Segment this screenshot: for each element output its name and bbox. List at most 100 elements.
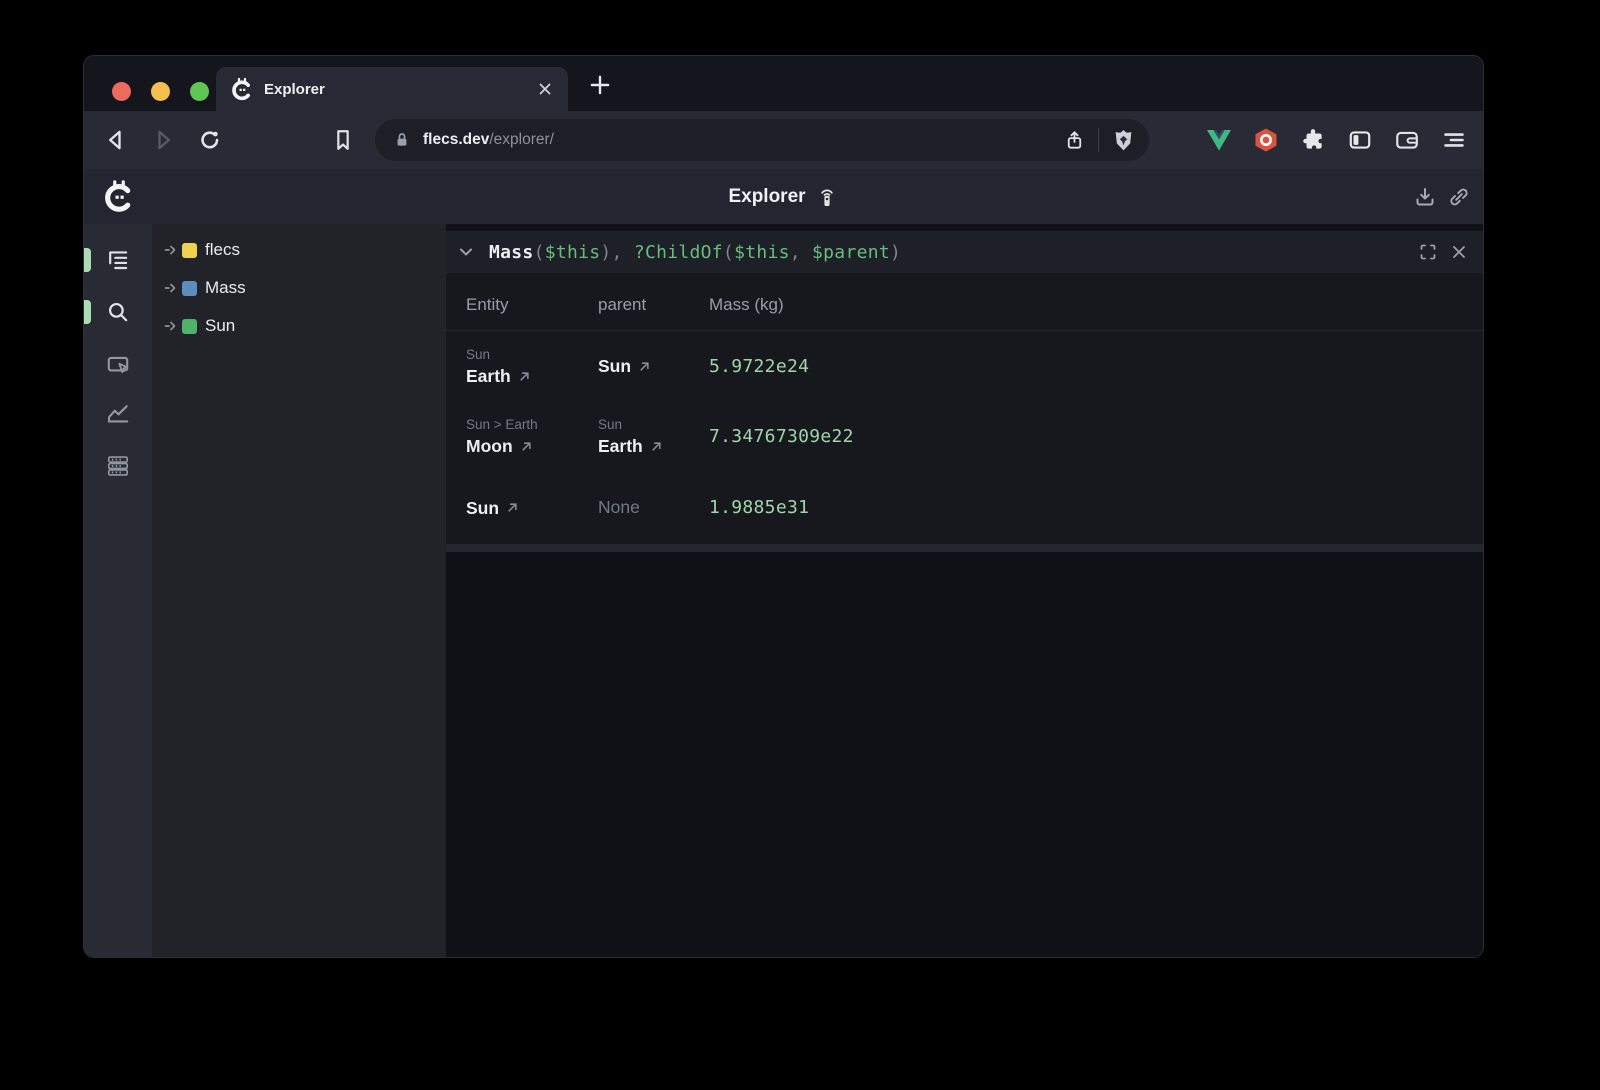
table-row: Sun None 1.9885e31 bbox=[446, 471, 1483, 544]
performance-icon[interactable] bbox=[105, 453, 131, 479]
query-token: ) bbox=[890, 242, 901, 263]
download-icon[interactable] bbox=[1413, 185, 1437, 209]
fullscreen-icon[interactable] bbox=[1418, 242, 1438, 262]
entity-link[interactable]: Sun bbox=[598, 356, 709, 376]
entity-cell: Sun > Earth Moon bbox=[466, 401, 598, 471]
parent-none: None bbox=[598, 497, 709, 518]
tree-item-flecs[interactable]: flecs bbox=[152, 231, 446, 269]
app-header: Explorer bbox=[84, 169, 1483, 224]
close-window-button[interactable] bbox=[112, 82, 131, 101]
query-bar: Mass($this), ?ChildOf($this, $parent) bbox=[446, 231, 1483, 273]
parent-cell: Sun bbox=[598, 331, 709, 401]
entity-link[interactable]: Sun bbox=[466, 498, 598, 518]
query-token: $this bbox=[545, 242, 601, 263]
inspector-icon[interactable] bbox=[105, 352, 131, 378]
divider bbox=[1098, 128, 1099, 152]
search-icon[interactable] bbox=[105, 299, 131, 325]
mass-value: 5.9722e24 bbox=[709, 356, 1483, 377]
query-token: ( bbox=[723, 242, 734, 263]
tree-item-label: flecs bbox=[205, 240, 240, 260]
brave-shield-icon[interactable] bbox=[1111, 128, 1136, 153]
hexagon-extension-icon[interactable] bbox=[1253, 127, 1279, 153]
reload-button[interactable] bbox=[196, 126, 224, 154]
tab-close-icon[interactable] bbox=[536, 80, 554, 98]
chevron-down-icon[interactable] bbox=[456, 242, 476, 262]
parent-cell: Sun Earth bbox=[598, 401, 709, 471]
entity-path: Sun > Earth bbox=[466, 416, 598, 433]
active-indicator-tree bbox=[84, 248, 91, 272]
panel-resize-handle[interactable] bbox=[446, 544, 1483, 552]
tree-item-label: Sun bbox=[205, 316, 235, 336]
mass-cell: 7.34767309e22 bbox=[709, 401, 1483, 471]
close-query-icon[interactable] bbox=[1449, 242, 1469, 262]
table-row: Sun > Earth Moon Sun Earth bbox=[446, 401, 1483, 471]
entity-link[interactable]: Earth bbox=[466, 366, 598, 386]
tab-strip: Explorer bbox=[84, 56, 1483, 111]
query-expression[interactable]: Mass($this), ?ChildOf($this, $parent) bbox=[489, 242, 901, 263]
extensions-puzzle-icon[interactable] bbox=[1300, 127, 1326, 153]
forward-button[interactable] bbox=[149, 126, 177, 154]
expand-arrow-icon[interactable] bbox=[163, 242, 179, 258]
tree-item-mass[interactable]: Mass bbox=[152, 269, 446, 307]
browser-window: Explorer bbox=[83, 55, 1484, 958]
expand-arrow-icon[interactable] bbox=[163, 280, 179, 296]
mass-value: 7.34767309e22 bbox=[709, 426, 1483, 447]
sidebar-toggle-icon[interactable] bbox=[1347, 127, 1373, 153]
stats-chart-icon[interactable] bbox=[105, 400, 131, 426]
entity-name: Moon bbox=[466, 436, 513, 456]
page-title: Explorer bbox=[84, 169, 1483, 224]
entity-path: Sun bbox=[466, 346, 598, 363]
entity-tree-panel: flecs Mass Sun bbox=[152, 224, 446, 957]
table-row: Sun Earth Sun bbox=[446, 331, 1483, 401]
entity-color-swatch bbox=[182, 243, 197, 258]
url-path: /explorer/ bbox=[489, 131, 554, 148]
entity-link[interactable]: Moon bbox=[466, 436, 598, 456]
menu-icon[interactable] bbox=[1441, 127, 1467, 153]
column-entity: Entity bbox=[466, 289, 598, 315]
expand-arrow-icon[interactable] bbox=[163, 318, 179, 334]
remote-connection-icon[interactable] bbox=[815, 185, 839, 209]
entity-tree-icon[interactable] bbox=[105, 247, 131, 273]
goto-entity-icon bbox=[518, 370, 531, 383]
active-indicator-search bbox=[84, 300, 91, 324]
tree-item-label: Mass bbox=[205, 278, 246, 298]
entity-color-swatch bbox=[182, 281, 197, 296]
query-token: Mass bbox=[489, 242, 534, 263]
column-mass: Mass (kg) bbox=[709, 289, 1483, 315]
goto-entity-icon bbox=[650, 440, 663, 453]
mass-cell: 5.9722e24 bbox=[709, 331, 1483, 401]
maximize-window-button[interactable] bbox=[190, 82, 209, 101]
column-parent: parent bbox=[598, 289, 709, 315]
browser-tab[interactable]: Explorer bbox=[216, 67, 568, 111]
goto-entity-icon bbox=[506, 501, 519, 514]
url-domain: flecs.dev bbox=[423, 131, 489, 148]
address-bar[interactable]: flecs.dev/explorer/ bbox=[375, 119, 1149, 161]
goto-entity-icon bbox=[520, 440, 533, 453]
tree-item-sun[interactable]: Sun bbox=[152, 307, 446, 345]
page-title-text: Explorer bbox=[728, 186, 805, 208]
header-actions bbox=[1413, 169, 1471, 224]
table-header: Entity parent Mass (kg) bbox=[446, 273, 1483, 331]
back-button[interactable] bbox=[102, 126, 130, 154]
entity-name: Earth bbox=[466, 366, 511, 386]
entity-cell: Sun Earth bbox=[466, 331, 598, 401]
query-token: ( bbox=[534, 242, 545, 263]
minimize-window-button[interactable] bbox=[151, 82, 170, 101]
query-token: ), bbox=[600, 242, 633, 263]
wallet-icon[interactable] bbox=[1394, 127, 1420, 153]
entity-link[interactable]: Earth bbox=[598, 436, 709, 456]
share-icon[interactable] bbox=[1063, 129, 1086, 152]
entity-color-swatch bbox=[182, 319, 197, 334]
lock-icon bbox=[391, 129, 413, 151]
navigation-bar: flecs.dev/explorer/ bbox=[84, 111, 1483, 169]
icon-sidebar bbox=[84, 224, 152, 957]
entity-name: Earth bbox=[598, 436, 643, 456]
query-token: $this bbox=[734, 242, 790, 263]
bookmark-icon[interactable] bbox=[329, 126, 357, 154]
new-tab-button[interactable] bbox=[587, 72, 613, 98]
copy-link-icon[interactable] bbox=[1447, 185, 1471, 209]
query-token: $parent bbox=[812, 242, 890, 263]
screen: Explorer bbox=[0, 0, 1600, 1090]
entity-name: Sun bbox=[466, 498, 499, 518]
vue-devtools-icon[interactable] bbox=[1206, 127, 1232, 153]
